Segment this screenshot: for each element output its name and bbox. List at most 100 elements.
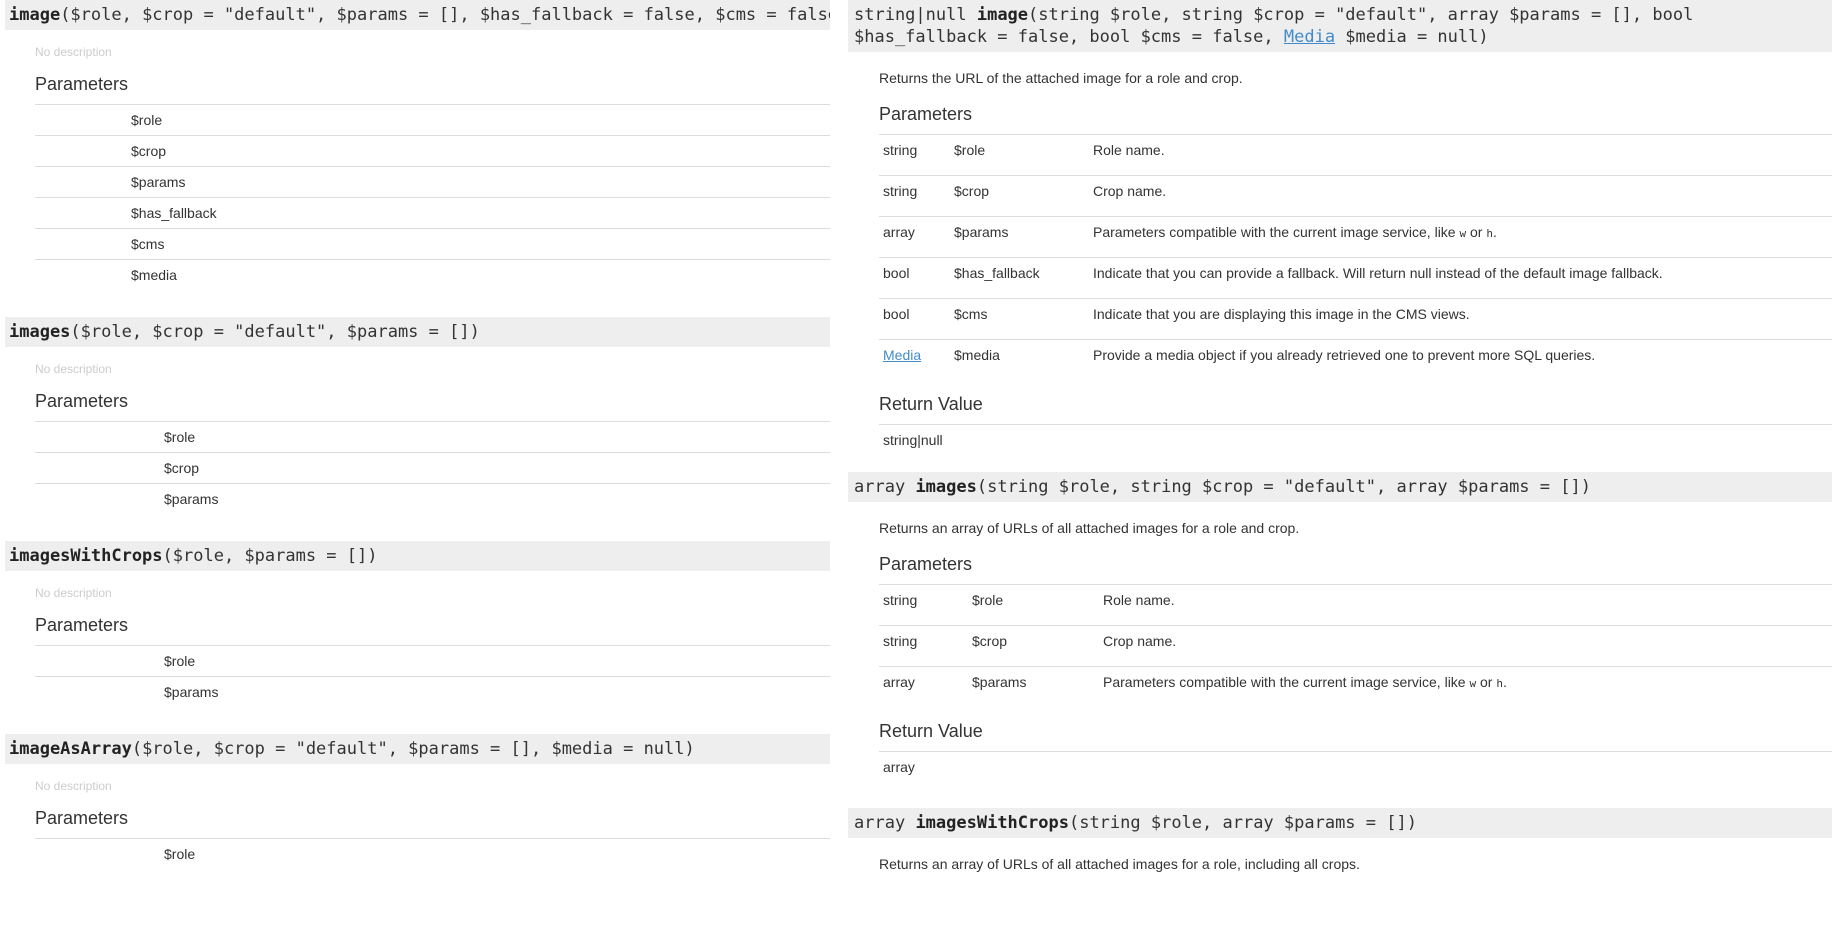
param-row: $role	[35, 105, 830, 136]
param-name: $role	[954, 142, 986, 158]
method-description: Returns the URL of the attached image fo…	[879, 70, 1243, 86]
method-args: ($role, $crop = "default", $params = [],…	[60, 5, 830, 25]
param-desc: Crop name.	[1103, 633, 1177, 649]
param-name: $params	[954, 224, 1009, 240]
method-args: ($role, $crop = "default", $params = [])	[70, 322, 480, 342]
param-type: string	[883, 633, 918, 649]
parameters-heading: Parameters	[879, 104, 973, 124]
parameters-heading: Parameters	[35, 391, 129, 411]
param-desc: Parameters compatible with the current i…	[1093, 224, 1460, 240]
left-pane: image($role, $crop = "default", $params …	[0, 0, 830, 942]
param-row: string $role Role name.	[879, 585, 1832, 626]
param-desc-wrap: Parameters compatible with the current i…	[1103, 667, 1507, 699]
method-description: Returns an array of URLs of all attached…	[879, 520, 1300, 536]
param-row: bool $has_fallback Indicate that you can…	[879, 258, 1832, 299]
param-row: $cms	[35, 229, 830, 260]
method-args: ($role, $params = [])	[162, 546, 378, 566]
return-value: array	[879, 751, 1832, 782]
param-code: h	[1496, 677, 1503, 690]
param-desc: Provide a media object if you already re…	[1093, 347, 1596, 363]
method-image-detail: string|null image(string $role, string $…	[848, 0, 1832, 455]
method-args-tail: $media = null)	[1335, 27, 1489, 47]
method-name: image	[9, 5, 61, 25]
method-image: image($role, $crop = "default", $params …	[0, 0, 830, 290]
method-name: imageAsArray	[9, 739, 132, 759]
media-type-link[interactable]: Media	[883, 347, 921, 363]
return-type: string|null	[854, 5, 967, 25]
method-description: Returns an array of URLs of all attached…	[879, 856, 1360, 872]
param-row: $media	[131, 267, 177, 283]
method-imageAsArray: imageAsArray($role, $crop = "default", $…	[0, 734, 830, 869]
return-value-heading: Return Value	[879, 394, 983, 414]
param-row: $role	[164, 846, 196, 862]
param-row: array $params Parameters compatible with…	[879, 217, 1832, 258]
parameters-heading: Parameters	[35, 808, 129, 828]
param-row: $role	[35, 422, 830, 453]
param-row: $has_fallback	[35, 198, 830, 229]
method-args: (string $role, string $crop = "default",…	[976, 477, 1591, 497]
param-row: $params	[164, 491, 219, 507]
return-value-heading: Return Value	[879, 721, 983, 741]
parameters-table: string $role Role name. string $crop Cro…	[879, 134, 1832, 380]
method-signature: array imagesWithCrops(string $role, arra…	[848, 808, 1832, 838]
param-row: $crop	[35, 453, 830, 484]
param-row: $params	[35, 167, 830, 198]
param-type: string	[883, 142, 918, 158]
method-signature: image($role, $crop = "default", $params …	[5, 0, 830, 30]
method-description: No description	[35, 779, 112, 793]
method-description: No description	[35, 586, 112, 600]
param-code: h	[1486, 227, 1493, 240]
param-desc: Indicate that you can provide a fallback…	[1093, 265, 1663, 281]
param-row: $role	[35, 646, 830, 677]
param-row: Media $media Provide a media object if y…	[879, 340, 1832, 380]
method-name: imagesWithCrops	[915, 813, 1069, 833]
param-desc: Parameters compatible with the current i…	[1103, 674, 1470, 690]
parameters-heading: Parameters	[879, 554, 973, 574]
method-signature: images($role, $crop = "default", $params…	[5, 317, 830, 347]
parameters-heading: Parameters	[35, 74, 129, 94]
param-name: $has_fallback	[954, 265, 1040, 281]
param-row: string $crop Crop name.	[879, 626, 1832, 667]
return-type: array	[854, 477, 906, 497]
param-type: string	[883, 183, 918, 199]
param-desc-end: .	[1502, 674, 1507, 690]
param-type: bool	[883, 306, 910, 322]
param-row: bool $cms Indicate that you are displayi…	[879, 299, 1832, 340]
method-images-detail: array images(string $role, string $crop …	[848, 472, 1832, 782]
method-signature: imageAsArray($role, $crop = "default", $…	[5, 734, 830, 764]
parameters-table: $role $crop $params	[35, 421, 830, 514]
parameters-table: $role $crop $params $has_fallback $cms $…	[35, 104, 830, 290]
method-args: (string $role, array $params = [])	[1068, 813, 1417, 833]
param-type: bool	[883, 265, 910, 281]
method-name: images	[9, 322, 71, 342]
param-row: string $crop Crop name.	[879, 176, 1832, 217]
method-images: images($role, $crop = "default", $params…	[0, 317, 830, 514]
param-desc: Role name.	[1103, 592, 1175, 608]
param-type-wrap: Media	[883, 340, 921, 370]
param-type: array	[883, 674, 915, 690]
param-name: $role	[972, 592, 1004, 608]
param-row: $params	[164, 684, 219, 700]
param-row: $crop	[35, 136, 830, 167]
parameters-table: $role	[35, 838, 830, 869]
param-row: array $params Parameters compatible with…	[879, 667, 1832, 707]
param-type: string	[883, 592, 918, 608]
method-name: image	[976, 5, 1029, 25]
method-description: No description	[35, 362, 112, 376]
parameters-heading: Parameters	[35, 615, 129, 635]
method-signature: imagesWithCrops($role, $params = [])	[5, 541, 830, 571]
media-class-link[interactable]: Media	[1284, 27, 1335, 47]
method-imagesWithCrops-detail: array imagesWithCrops(string $role, arra…	[848, 808, 1832, 874]
param-name: $media	[954, 347, 1000, 363]
param-desc: Role name.	[1093, 142, 1165, 158]
param-desc: Crop name.	[1093, 183, 1167, 199]
method-args: ($role, $crop = "default", $params = [],…	[131, 739, 695, 759]
param-row: string $role Role name.	[879, 135, 1832, 176]
param-type: array	[883, 224, 915, 240]
parameters-table: $role $params	[35, 645, 830, 707]
param-desc-end: .	[1492, 224, 1497, 240]
method-description: No description	[35, 45, 112, 59]
param-name: $cms	[954, 306, 988, 322]
method-signature: array images(string $role, string $crop …	[848, 472, 1832, 502]
method-imagesWithCrops: imagesWithCrops($role, $params = []) No …	[0, 541, 830, 707]
